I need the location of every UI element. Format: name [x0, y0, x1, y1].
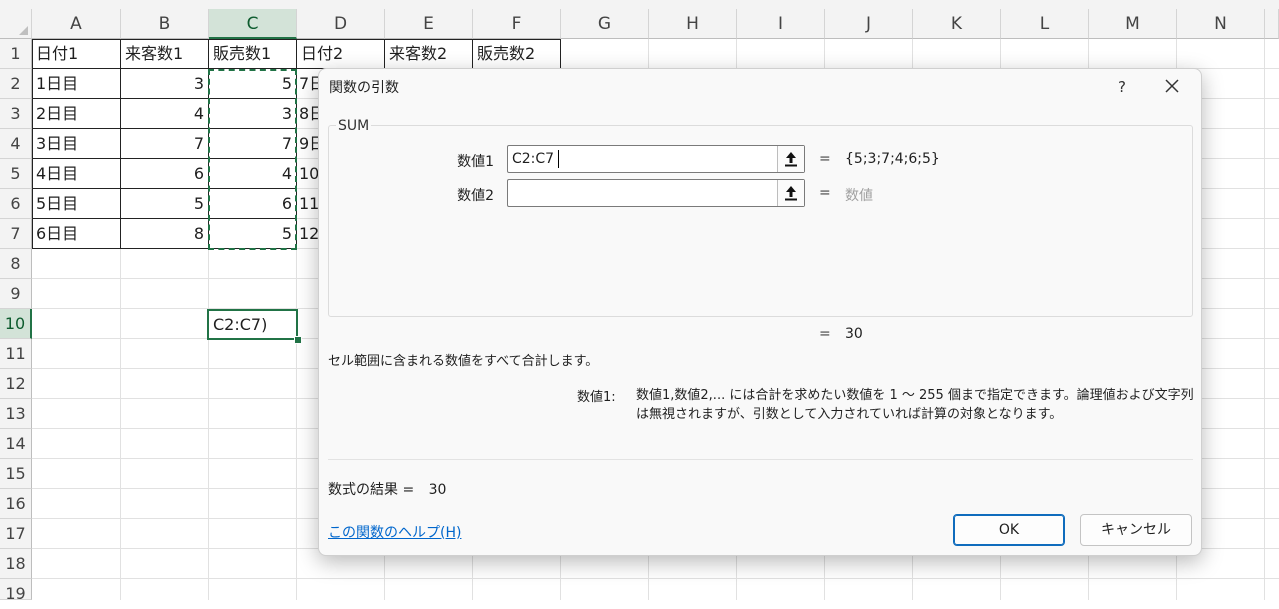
column-header-a[interactable]: A	[32, 9, 121, 39]
cell-d3[interactable]: 8日	[297, 99, 319, 129]
argument-2-label: 数値2	[457, 188, 494, 204]
argument-2-input[interactable]	[507, 179, 805, 207]
column-header-e[interactable]: E	[385, 9, 473, 39]
row-header-8[interactable]: 8	[0, 249, 32, 279]
row-header-2[interactable]: 2	[0, 69, 32, 99]
cell-b4[interactable]: 7	[121, 129, 208, 159]
row-header-9[interactable]: 9	[0, 279, 32, 309]
gridline	[32, 578, 1279, 579]
argument-description-label: 数値1:	[577, 390, 616, 405]
column-header-m[interactable]: M	[1089, 9, 1177, 39]
function-arguments-dialog[interactable]: 関数の引数 ? SUM 数値1 C2:C7 = {5;3;7;4;6;5} 数値…	[318, 68, 1202, 556]
argument-2-equals: =	[819, 185, 831, 201]
row-header-5[interactable]: 5	[0, 159, 32, 189]
row-header-18[interactable]: 18	[0, 549, 32, 579]
formula-result-value: 30	[428, 482, 447, 498]
argument-1-input[interactable]: C2:C7	[507, 145, 805, 173]
cell-c1[interactable]: 販売数1	[209, 39, 296, 69]
column-header-g[interactable]: G	[561, 9, 649, 39]
cell-d1[interactable]: 日付2	[297, 39, 384, 69]
row-header-16[interactable]: 16	[0, 489, 32, 519]
row-header-3[interactable]: 3	[0, 99, 32, 129]
cell-d7[interactable]: 12	[297, 219, 319, 249]
cell-a1[interactable]: 日付1	[32, 39, 120, 69]
row-header-19[interactable]: 19	[0, 579, 32, 603]
argument-1-result: {5;3;7;4;6;5}	[845, 151, 940, 167]
function-help-link[interactable]: この関数のヘルプ(H)	[328, 522, 461, 542]
collapse-arrow-icon	[785, 152, 797, 167]
cell-b5[interactable]: 6	[121, 159, 208, 189]
total-equals: =	[819, 326, 831, 342]
cell-b6[interactable]: 5	[121, 189, 208, 219]
active-cell-formula: C2:C7)	[213, 315, 268, 334]
row-header-17[interactable]: 17	[0, 519, 32, 549]
row-header-4[interactable]: 4	[0, 129, 32, 159]
row-header-15[interactable]: 15	[0, 459, 32, 489]
arguments-total: 30	[845, 326, 863, 342]
column-header-n[interactable]: N	[1177, 9, 1265, 39]
formula-result: 数式の結果 = 30	[328, 479, 446, 499]
copy-range-marquee	[208, 69, 297, 250]
collapse-dialog-button-1[interactable]	[777, 146, 804, 172]
column-header-k[interactable]: K	[913, 9, 1001, 39]
ok-button[interactable]: OK	[953, 514, 1065, 546]
cell-d2[interactable]: 7日	[297, 69, 319, 99]
divider	[328, 459, 1193, 460]
column-header-b[interactable]: B	[121, 9, 209, 39]
cell-a2[interactable]: 1日目	[32, 69, 120, 99]
cell-d5[interactable]: 10	[297, 159, 319, 189]
cell-a3[interactable]: 2日目	[32, 99, 120, 129]
gridline	[1264, 39, 1265, 600]
argument-1-label: 数値1	[457, 154, 494, 170]
collapse-dialog-button-2[interactable]	[777, 180, 804, 206]
function-name: SUM	[336, 118, 372, 134]
cell-a6[interactable]: 5日目	[32, 189, 120, 219]
row-header-12[interactable]: 12	[0, 369, 32, 399]
cell-e1[interactable]: 来客数2	[385, 39, 472, 69]
column-header-i[interactable]: I	[737, 9, 825, 39]
argument-description-text: 数値1,数値2,... には合計を求めたい数値を 1 ～ 255 個まで指定でき…	[636, 388, 1194, 422]
cell-a7[interactable]: 6日目	[32, 219, 120, 249]
close-button[interactable]	[1157, 71, 1187, 101]
cell-a4[interactable]: 3日目	[32, 129, 120, 159]
cell-b1[interactable]: 来客数1	[121, 39, 208, 69]
cancel-button[interactable]: キャンセル	[1080, 514, 1192, 546]
cell-b3[interactable]: 4	[121, 99, 208, 129]
column-header-h[interactable]: H	[649, 9, 737, 39]
row-header-6[interactable]: 6	[0, 189, 32, 219]
cell-d6[interactable]: 11	[297, 189, 319, 219]
cell-b7[interactable]: 8	[121, 219, 208, 249]
column-header-l[interactable]: L	[1001, 9, 1089, 39]
argument-1-value: C2:C7	[512, 151, 555, 167]
active-cell-c10[interactable]: C2:C7)	[207, 309, 298, 340]
argument-1-equals: =	[819, 151, 831, 167]
argument-2-placeholder: 数値	[845, 188, 873, 204]
column-header-d[interactable]: D	[297, 9, 385, 39]
cell-b2[interactable]: 3	[121, 69, 208, 99]
column-header-c[interactable]: C	[209, 9, 297, 39]
row-header-11[interactable]: 11	[0, 339, 32, 369]
row-header-13[interactable]: 13	[0, 399, 32, 429]
row-header-14[interactable]: 14	[0, 429, 32, 459]
cell-a5[interactable]: 4日目	[32, 159, 120, 189]
text-caret	[558, 150, 559, 168]
column-header-overflow	[1265, 9, 1279, 39]
select-all-corner[interactable]	[0, 9, 32, 39]
fill-handle[interactable]	[294, 336, 302, 344]
close-icon	[1165, 79, 1179, 93]
formula-result-label: 数式の結果 =	[328, 482, 415, 498]
dialog-title: 関数の引数	[329, 80, 399, 96]
cell-d4[interactable]: 9日	[297, 129, 319, 159]
collapse-arrow-icon	[785, 186, 797, 201]
column-header-j[interactable]: J	[825, 9, 913, 39]
ribbon-edge	[0, 0, 1279, 9]
help-button[interactable]: ?	[1109, 73, 1135, 101]
function-description: セル範囲に含まれる数値をすべて合計します。	[328, 354, 599, 369]
cell-f1[interactable]: 販売数2	[473, 39, 560, 69]
row-header-10[interactable]: 10	[0, 309, 32, 339]
row-header-7[interactable]: 7	[0, 219, 32, 249]
row-header-1[interactable]: 1	[0, 39, 32, 69]
column-header-f[interactable]: F	[473, 9, 561, 39]
